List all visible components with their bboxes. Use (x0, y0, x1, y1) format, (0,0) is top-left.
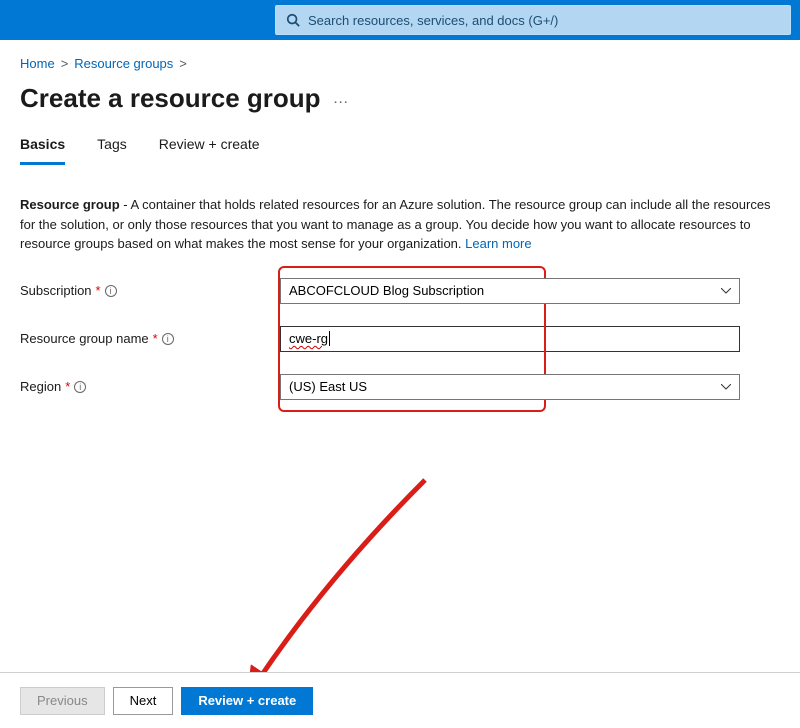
tab-review-create[interactable]: Review + create (159, 136, 260, 165)
more-actions-button[interactable]: … (333, 90, 349, 108)
region-control: (US) East US (280, 374, 740, 400)
chevron-right-icon: > (61, 56, 69, 71)
subscription-row: Subscription * i ABCOFCLOUD Blog Subscri… (20, 278, 780, 304)
page-title-row: Create a resource group … (0, 79, 800, 130)
wizard-tabs: Basics Tags Review + create (0, 130, 800, 165)
info-icon[interactable]: i (74, 381, 86, 393)
chevron-down-icon (721, 288, 731, 294)
tab-tags[interactable]: Tags (97, 136, 127, 165)
text-caret (329, 331, 330, 346)
subscription-label-text: Subscription (20, 283, 92, 298)
region-label: Region * i (20, 379, 280, 394)
resource-group-name-row: Resource group name * i cwe-rg (20, 326, 780, 352)
region-label-text: Region (20, 379, 61, 394)
region-value: (US) East US (289, 379, 367, 394)
previous-button: Previous (20, 687, 105, 715)
breadcrumb: Home > Resource groups > (0, 40, 800, 79)
resource-group-name-value: cwe-rg (289, 331, 328, 346)
subscription-control: ABCOFCLOUD Blog Subscription (280, 278, 740, 304)
page-title: Create a resource group (20, 83, 321, 114)
tab-content: Resource group - A container that holds … (0, 165, 800, 400)
required-indicator: * (153, 331, 158, 346)
review-create-button[interactable]: Review + create (181, 687, 313, 715)
subscription-value: ABCOFCLOUD Blog Subscription (289, 283, 484, 298)
wizard-footer: Previous Next Review + create (0, 672, 800, 728)
learn-more-link[interactable]: Learn more (465, 236, 531, 251)
region-select[interactable]: (US) East US (280, 374, 740, 400)
search-icon (286, 13, 300, 27)
required-indicator: * (96, 283, 101, 298)
region-row: Region * i (US) East US (20, 374, 780, 400)
breadcrumb-home[interactable]: Home (20, 56, 55, 71)
top-bar (0, 0, 800, 40)
next-button[interactable]: Next (113, 687, 174, 715)
resource-group-name-label-text: Resource group name (20, 331, 149, 346)
subscription-select[interactable]: ABCOFCLOUD Blog Subscription (280, 278, 740, 304)
info-icon[interactable]: i (105, 285, 117, 297)
description-text: Resource group - A container that holds … (20, 195, 780, 254)
chevron-down-icon (721, 384, 731, 390)
chevron-right-icon: > (179, 56, 187, 71)
subscription-label: Subscription * i (20, 283, 280, 298)
description-body: - A container that holds related resourc… (20, 197, 771, 251)
resource-group-name-label: Resource group name * i (20, 331, 280, 346)
form-area: Subscription * i ABCOFCLOUD Blog Subscri… (20, 278, 780, 400)
required-indicator: * (65, 379, 70, 394)
tab-basics[interactable]: Basics (20, 136, 65, 165)
info-icon[interactable]: i (162, 333, 174, 345)
resource-group-name-control: cwe-rg (280, 326, 740, 352)
global-search-box[interactable] (275, 5, 791, 35)
breadcrumb-resource-groups[interactable]: Resource groups (74, 56, 173, 71)
search-input[interactable] (308, 13, 780, 28)
description-lead: Resource group (20, 197, 120, 212)
resource-group-name-input[interactable]: cwe-rg (280, 326, 740, 352)
